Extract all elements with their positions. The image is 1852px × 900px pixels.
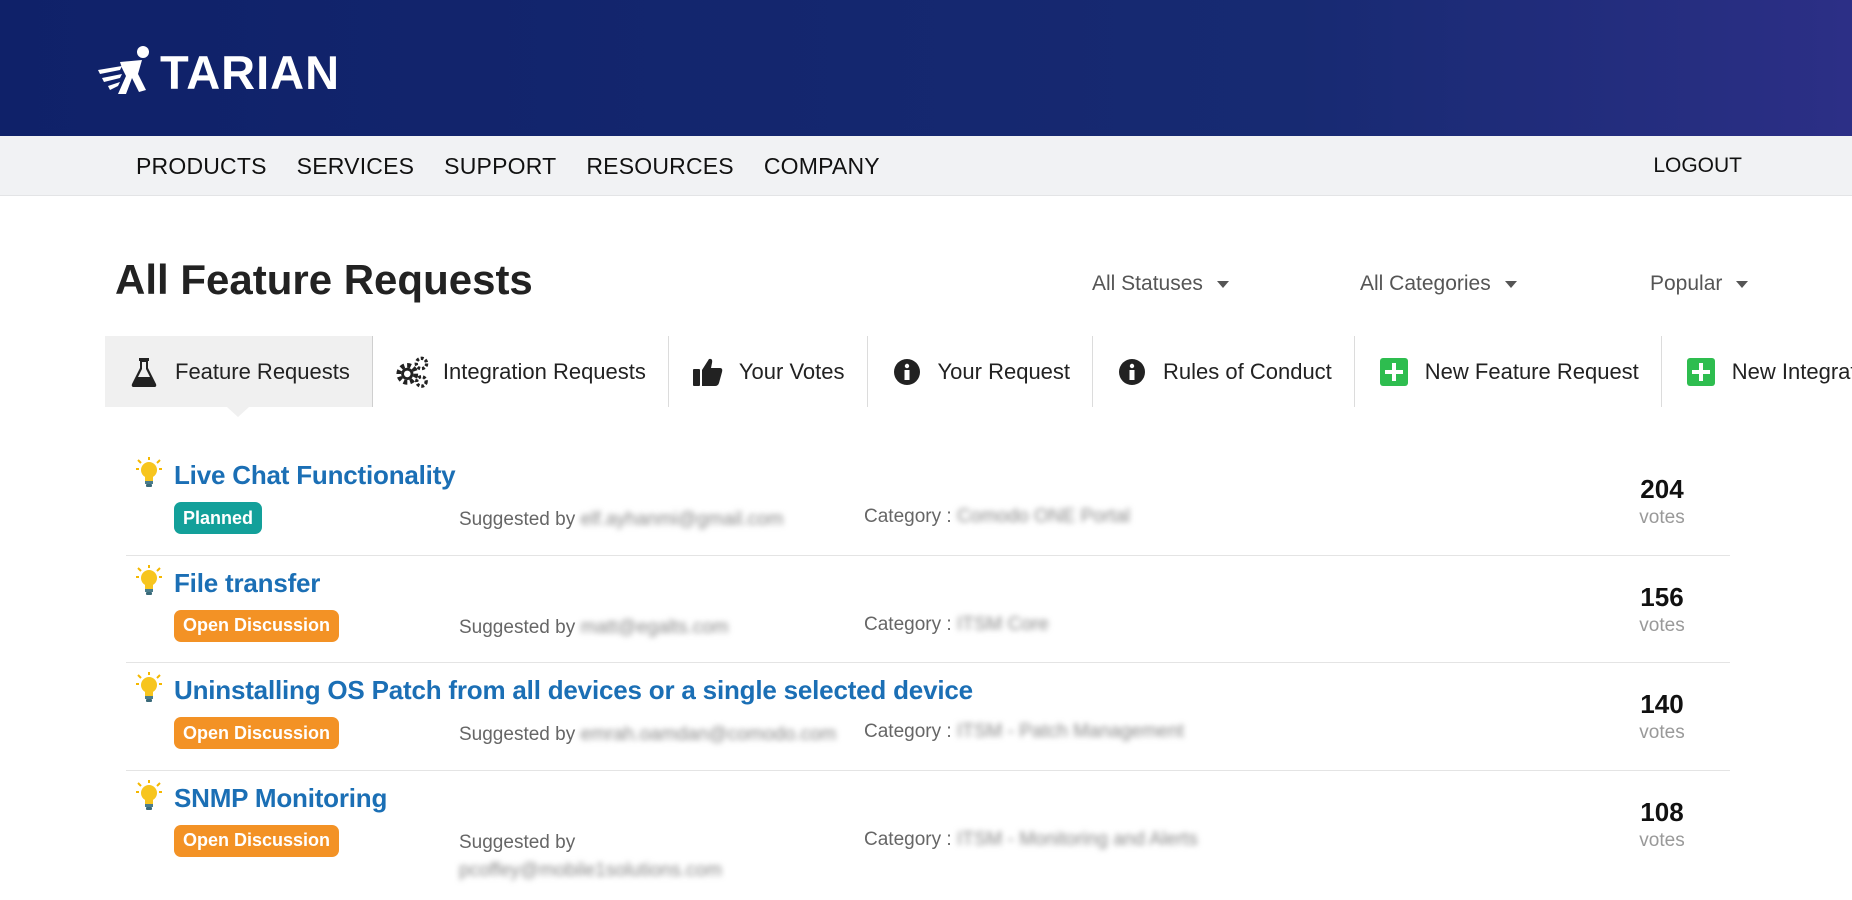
tab-label: Rules of Conduct — [1163, 358, 1332, 384]
logo[interactable]: TARIAN — [96, 40, 340, 104]
votes-label: votes — [1639, 829, 1685, 851]
category: Category : Comodo ONE Portal — [864, 506, 1424, 528]
category: Category : ITSM - Patch Management — [864, 721, 1424, 743]
tab-label: New Feature Request — [1424, 358, 1639, 384]
suggested-by: Suggested by matt@egalts.com — [459, 614, 859, 642]
tab-label: Your Votes — [738, 358, 845, 384]
request-title-link[interactable]: SNMP Monitoring — [174, 783, 387, 814]
category-filter-label: All Categories — [1360, 272, 1491, 295]
category-value: Comodo ONE Portal — [956, 506, 1131, 527]
caret-down-icon — [1504, 280, 1517, 288]
list-item: Live Chat Functionality Planned Suggeste… — [126, 448, 1730, 556]
tab-label: Your Request — [937, 358, 1071, 384]
lightbulb-icon — [136, 564, 162, 595]
tab-your-votes[interactable]: Your Votes — [669, 336, 868, 407]
vote-number: 204 — [1640, 474, 1684, 504]
category-value: ITSM Core — [956, 613, 1049, 635]
tab-integration-requests[interactable]: Integration Requests — [373, 336, 669, 407]
status-badge: Open Discussion — [174, 824, 340, 857]
suggested-by-email: matt@egalts.com — [580, 616, 729, 638]
category: Category : ITSM - Monitoring and Alerts — [864, 829, 1424, 851]
votes-label: votes — [1639, 722, 1685, 743]
suggested-by: Suggested by pcoffey@mobile1solutions.co… — [459, 829, 759, 885]
status-badge: Planned — [174, 502, 263, 534]
category-label: Category : — [864, 506, 952, 527]
plus-square-icon — [1377, 355, 1411, 389]
category-label: Category : — [864, 828, 952, 850]
category-value: ITSM - Monitoring and Alerts — [956, 828, 1198, 850]
request-title-link[interactable]: Uninstalling OS Patch from all devices o… — [174, 675, 973, 706]
tab-rules-of-conduct[interactable]: Rules of Conduct — [1093, 336, 1355, 407]
nav-resources[interactable]: RESOURCES — [586, 153, 734, 180]
votes-label: votes — [1639, 614, 1685, 636]
sort-label: Popular — [1650, 272, 1723, 295]
suggested-by-label: Suggested by — [459, 831, 576, 853]
category-label: Category : — [864, 721, 952, 742]
gears-icon — [395, 355, 429, 389]
status-badge: Open Discussion — [174, 717, 340, 749]
nav-company[interactable]: COMPANY — [764, 153, 880, 180]
suggested-by-label: Suggested by — [459, 509, 576, 530]
status-filter-label: All Statuses — [1092, 272, 1203, 295]
list-item: SNMP Monitoring Open Discussion Suggeste… — [126, 771, 1730, 881]
suggested-by-email: elf.ayhanmi@gmail.com — [580, 509, 784, 530]
thumbs-up-icon — [691, 355, 725, 389]
suggested-by-email: emrah.oamdan@comodo.com — [580, 724, 837, 745]
tab-new-feature-request[interactable]: New Feature Request — [1355, 336, 1662, 407]
logo-runner-icon — [98, 46, 149, 94]
caret-down-icon — [1736, 280, 1749, 288]
suggested-by: Suggested by emrah.oamdan@comodo.com — [459, 721, 859, 749]
tab-label: New Integration — [1731, 358, 1852, 384]
list-item: File transfer Open Discussion Suggested … — [126, 556, 1730, 663]
main-nav: PRODUCTS SERVICES SUPPORT RESOURCES COMP… — [0, 136, 1852, 196]
feature-request-list: Live Chat Functionality Planned Suggeste… — [126, 448, 1730, 881]
suggested-by-label: Suggested by — [459, 724, 576, 745]
category-value: ITSM - Patch Management — [956, 721, 1184, 742]
caret-down-icon — [1216, 280, 1229, 288]
category-label: Category : — [864, 613, 952, 635]
sort-dropdown[interactable]: Popular — [1650, 272, 1749, 296]
tab-your-request[interactable]: Your Request — [868, 336, 1094, 407]
vote-number: 140 — [1640, 689, 1684, 719]
suggested-by: Suggested by elf.ayhanmi@gmail.com — [459, 506, 859, 534]
status-badge: Open Discussion — [174, 609, 340, 642]
lightbulb-icon — [136, 457, 162, 487]
filter-bar: All Statuses All Categories Popular — [0, 272, 1852, 302]
info-icon — [890, 355, 924, 389]
flask-icon — [127, 355, 161, 389]
logo-text: TARIAN — [160, 45, 341, 99]
nav-products[interactable]: PRODUCTS — [136, 153, 267, 180]
request-title-link[interactable]: Live Chat Functionality — [174, 460, 456, 491]
plus-square-icon — [1684, 355, 1718, 389]
site-header: TARIAN — [0, 0, 1852, 136]
category: Category : ITSM Core — [864, 614, 1424, 636]
lightbulb-icon — [136, 672, 162, 702]
category-filter-dropdown[interactable]: All Categories — [1360, 272, 1517, 296]
vote-number: 156 — [1640, 581, 1684, 612]
nav-support[interactable]: SUPPORT — [444, 153, 556, 180]
vote-count: 140 votes — [1626, 687, 1698, 745]
suggested-by-label: Suggested by — [459, 616, 576, 638]
request-title-link[interactable]: File transfer — [174, 568, 320, 599]
logout-link[interactable]: LOGOUT — [1653, 136, 1742, 196]
status-filter-dropdown[interactable]: All Statuses — [1092, 272, 1229, 296]
vote-count: 156 votes — [1626, 580, 1698, 638]
nav-services[interactable]: SERVICES — [297, 153, 415, 180]
vote-count: 204 votes — [1626, 472, 1698, 530]
list-item: Uninstalling OS Patch from all devices o… — [126, 663, 1730, 771]
tab-label: Integration Requests — [442, 358, 646, 384]
tab-new-integration[interactable]: New Integration — [1662, 336, 1852, 407]
lightbulb-icon — [136, 779, 162, 810]
votes-label: votes — [1639, 507, 1685, 528]
tab-label: Feature Requests — [175, 358, 350, 384]
tab-feature-requests[interactable]: Feature Requests — [105, 336, 373, 417]
suggested-by-email: pcoffey@mobile1solutions.com — [459, 859, 722, 881]
vote-count: 108 votes — [1626, 795, 1698, 853]
vote-number: 108 — [1640, 796, 1684, 827]
request-tabs: Feature Requests Integration Requests Yo… — [105, 336, 1852, 417]
info-icon — [1115, 355, 1149, 389]
